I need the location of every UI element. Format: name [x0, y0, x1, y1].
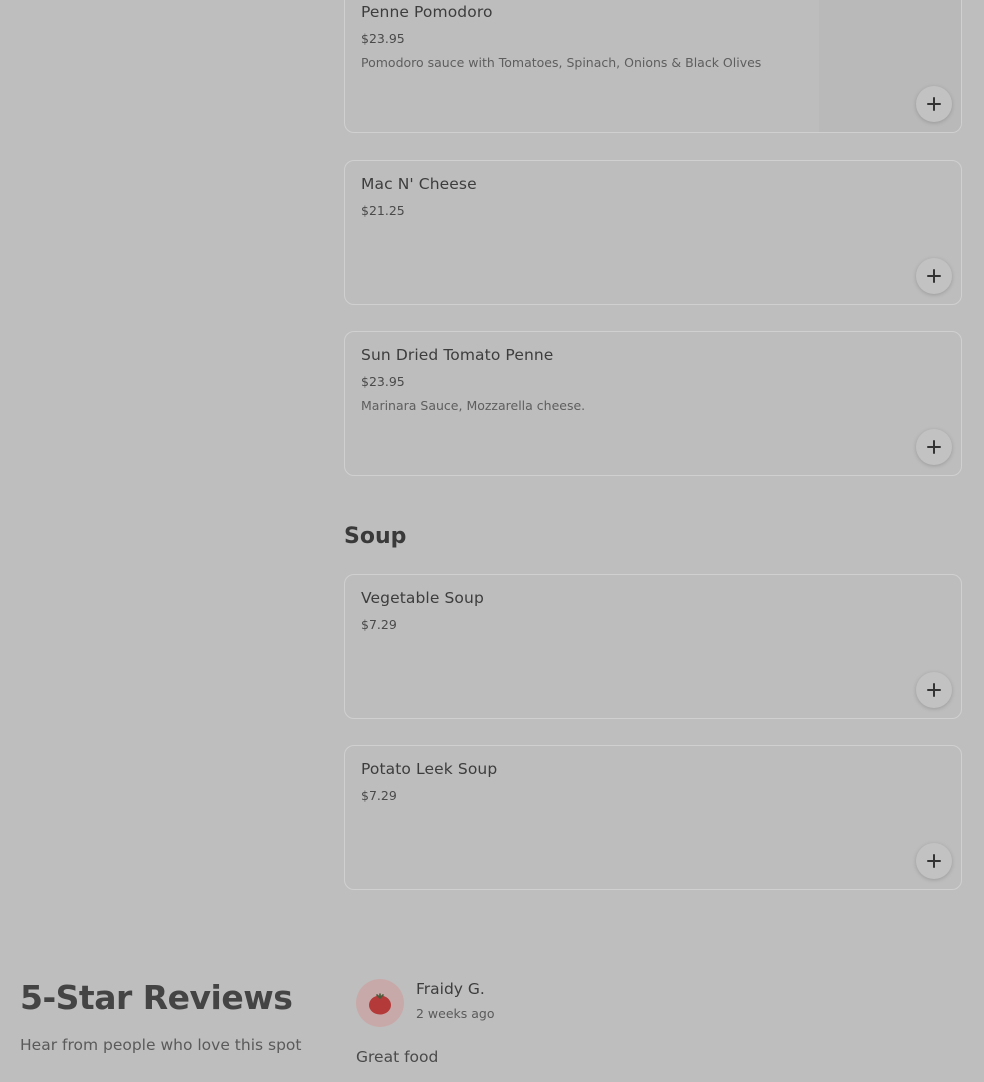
plus-icon [927, 683, 941, 697]
reviews-subtitle: Hear from people who love this spot [20, 1036, 302, 1054]
reviews-title: 5-Star Reviews [20, 978, 293, 1017]
menu-item-name: Vegetable Soup [361, 589, 484, 607]
reviewer-avatar [356, 979, 404, 1027]
menu-item-card[interactable]: Potato Leek Soup $7.29 [344, 745, 962, 890]
menu-item-card[interactable]: Mac N' Cheese $21.25 [344, 160, 962, 305]
add-item-button[interactable] [916, 429, 952, 465]
menu-item-name: Mac N' Cheese [361, 175, 477, 193]
review-text: Great food [356, 1048, 439, 1066]
plus-icon [927, 854, 941, 868]
plus-icon [927, 97, 941, 111]
menu-item-name: Penne Pomodoro [361, 3, 493, 21]
section-title-soup: Soup [344, 524, 407, 549]
review-timestamp: 2 weeks ago [416, 1006, 495, 1021]
menu-item-price: $7.29 [361, 788, 397, 803]
add-item-button[interactable] [916, 672, 952, 708]
menu-item-description: Marinara Sauce, Mozzarella cheese. [361, 398, 586, 413]
plus-icon [927, 269, 941, 283]
add-item-button[interactable] [916, 86, 952, 122]
menu-item-price: $21.25 [361, 203, 405, 218]
menu-item-description: Pomodoro sauce with Tomatoes, Spinach, O… [361, 55, 762, 70]
menu-item-name: Sun Dried Tomato Penne [361, 346, 554, 364]
menu-item-name: Potato Leek Soup [361, 760, 498, 778]
menu-item-card[interactable]: Sun Dried Tomato Penne $23.95 Marinara S… [344, 331, 962, 476]
tomato-avatar-icon [369, 993, 391, 1015]
add-item-button[interactable] [916, 258, 952, 294]
menu-item-card[interactable]: Vegetable Soup $7.29 [344, 574, 962, 719]
add-item-button[interactable] [916, 843, 952, 879]
reviewer-name: Fraidy G. [416, 980, 485, 998]
menu-item-price: $7.29 [361, 617, 397, 632]
menu-item-price: $23.95 [361, 374, 405, 389]
menu-item-card[interactable]: Penne Pomodoro $23.95 Pomodoro sauce wit… [344, 0, 962, 133]
menu-item-price: $23.95 [361, 31, 405, 46]
plus-icon [927, 440, 941, 454]
